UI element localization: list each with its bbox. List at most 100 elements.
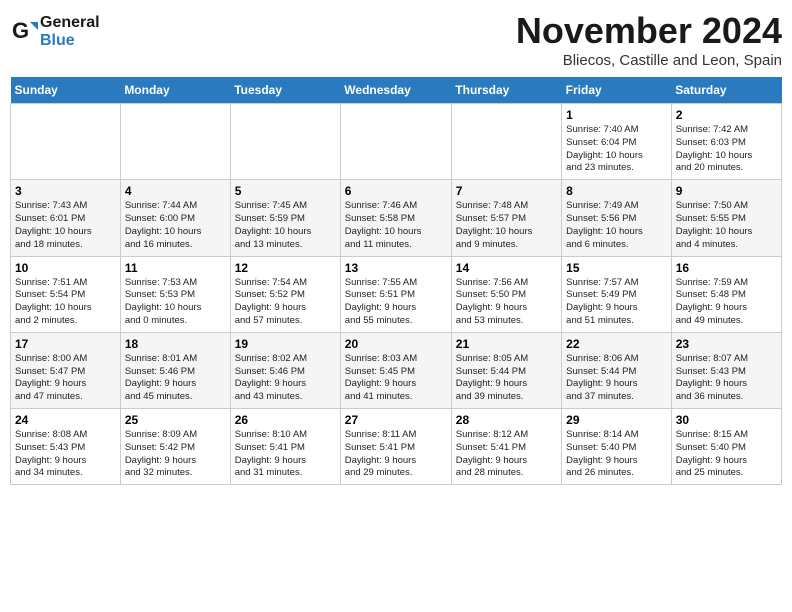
day-info: Sunrise: 8:11 AM Sunset: 5:41 PM Dayligh…: [345, 429, 447, 480]
day-info: Sunrise: 8:10 AM Sunset: 5:41 PM Dayligh…: [235, 429, 336, 480]
day-number: 25: [125, 413, 226, 427]
day-info: Sunrise: 8:14 AM Sunset: 5:40 PM Dayligh…: [566, 429, 667, 480]
day-number: 21: [456, 337, 557, 351]
calendar-cell: 3 Sunrise: 7:43 AM Sunset: 6:01 PM Daylig…: [11, 180, 121, 256]
day-number: 22: [566, 337, 667, 351]
calendar-cell: 26Sunrise: 8:10 AM Sunset: 5:41 PM Dayli…: [230, 409, 340, 485]
day-info: Sunrise: 7:49 AM Sunset: 5:56 PM Dayligh…: [566, 200, 667, 251]
day-number: 7: [456, 184, 557, 198]
day-info: Sunrise: 7:43 AM Sunset: 6:01 PM Dayligh…: [15, 200, 116, 251]
calendar-cell: 23 Sunrise: 8:07 AM Sunset: 5:43 PM Dayli…: [671, 332, 781, 408]
calendar-week-4: 24Sunrise: 8:08 AM Sunset: 5:43 PM Dayli…: [11, 409, 782, 485]
calendar-cell: 13 Sunrise: 7:55 AM Sunset: 5:51 PM Dayli…: [340, 256, 451, 332]
calendar-cell: 20 Sunrise: 8:03 AM Sunset: 5:45 PM Dayli…: [340, 332, 451, 408]
day-number: 4: [125, 184, 226, 198]
day-info: Sunrise: 8:02 AM Sunset: 5:46 PM Dayligh…: [235, 353, 336, 404]
day-number: 14: [456, 261, 557, 275]
calendar-cell: 1Sunrise: 7:40 AM Sunset: 6:04 PM Daylig…: [562, 104, 672, 180]
calendar-body: 1Sunrise: 7:40 AM Sunset: 6:04 PM Daylig…: [11, 104, 782, 485]
day-number: 27: [345, 413, 447, 427]
day-info: Sunrise: 8:12 AM Sunset: 5:41 PM Dayligh…: [456, 429, 557, 480]
day-number: 16: [676, 261, 777, 275]
svg-text:G: G: [12, 18, 29, 43]
day-info: Sunrise: 8:00 AM Sunset: 5:47 PM Dayligh…: [15, 353, 116, 404]
day-info: Sunrise: 8:07 AM Sunset: 5:43 PM Dayligh…: [676, 353, 777, 404]
day-info: Sunrise: 8:03 AM Sunset: 5:45 PM Dayligh…: [345, 353, 447, 404]
calendar-week-1: 3 Sunrise: 7:43 AM Sunset: 6:01 PM Daylig…: [11, 180, 782, 256]
calendar-table: SundayMondayTuesdayWednesdayThursdayFrid…: [10, 77, 782, 485]
calendar-cell: 25Sunrise: 8:09 AM Sunset: 5:42 PM Dayli…: [120, 409, 230, 485]
day-header-tuesday: Tuesday: [230, 77, 340, 104]
calendar-cell: 11 Sunrise: 7:53 AM Sunset: 5:53 PM Dayli…: [120, 256, 230, 332]
day-number: 29: [566, 413, 667, 427]
day-info: Sunrise: 7:53 AM Sunset: 5:53 PM Dayligh…: [125, 277, 226, 328]
day-number: 20: [345, 337, 447, 351]
location-subtitle: Bliecos, Castille and Leon, Spain: [516, 52, 782, 69]
day-number: 1: [566, 108, 667, 122]
calendar-cell: 27 Sunrise: 8:11 AM Sunset: 5:41 PM Dayli…: [340, 409, 451, 485]
day-number: 5: [235, 184, 336, 198]
day-info: Sunrise: 7:55 AM Sunset: 5:51 PM Dayligh…: [345, 277, 447, 328]
calendar-cell: 6 Sunrise: 7:46 AM Sunset: 5:58 PM Daylig…: [340, 180, 451, 256]
calendar-cell: 8 Sunrise: 7:49 AM Sunset: 5:56 PM Daylig…: [562, 180, 672, 256]
logo-line1: General: [40, 14, 100, 32]
calendar-week-3: 17 Sunrise: 8:00 AM Sunset: 5:47 PM Dayli…: [11, 332, 782, 408]
logo: G General Blue: [10, 14, 100, 50]
day-number: 15: [566, 261, 667, 275]
calendar-cell: 12Sunrise: 7:54 AM Sunset: 5:52 PM Dayli…: [230, 256, 340, 332]
day-header-monday: Monday: [120, 77, 230, 104]
day-header-sunday: Sunday: [11, 77, 121, 104]
calendar-cell: [11, 104, 121, 180]
month-title: November 2024: [516, 10, 782, 52]
day-number: 12: [235, 261, 336, 275]
day-number: 17: [15, 337, 116, 351]
day-number: 19: [235, 337, 336, 351]
day-number: 28: [456, 413, 557, 427]
calendar-cell: 4 Sunrise: 7:44 AM Sunset: 6:00 PM Daylig…: [120, 180, 230, 256]
calendar-cell: 14 Sunrise: 7:56 AM Sunset: 5:50 PM Dayli…: [451, 256, 561, 332]
day-number: 8: [566, 184, 667, 198]
calendar-cell: 24Sunrise: 8:08 AM Sunset: 5:43 PM Dayli…: [11, 409, 121, 485]
day-info: Sunrise: 7:44 AM Sunset: 6:00 PM Dayligh…: [125, 200, 226, 251]
day-number: 9: [676, 184, 777, 198]
logo-line2: Blue: [40, 32, 100, 50]
day-header-saturday: Saturday: [671, 77, 781, 104]
calendar-cell: 28 Sunrise: 8:12 AM Sunset: 5:41 PM Dayli…: [451, 409, 561, 485]
day-info: Sunrise: 7:45 AM Sunset: 5:59 PM Dayligh…: [235, 200, 336, 251]
day-info: Sunrise: 7:42 AM Sunset: 6:03 PM Dayligh…: [676, 124, 777, 175]
calendar-cell: [120, 104, 230, 180]
day-header-wednesday: Wednesday: [340, 77, 451, 104]
day-number: 18: [125, 337, 226, 351]
day-info: Sunrise: 7:46 AM Sunset: 5:58 PM Dayligh…: [345, 200, 447, 251]
calendar-cell: [230, 104, 340, 180]
day-header-thursday: Thursday: [451, 77, 561, 104]
day-number: 6: [345, 184, 447, 198]
calendar-cell: 19 Sunrise: 8:02 AM Sunset: 5:46 PM Dayli…: [230, 332, 340, 408]
day-number: 30: [676, 413, 777, 427]
day-info: Sunrise: 8:15 AM Sunset: 5:40 PM Dayligh…: [676, 429, 777, 480]
day-info: Sunrise: 7:56 AM Sunset: 5:50 PM Dayligh…: [456, 277, 557, 328]
day-number: 2: [676, 108, 777, 122]
calendar-cell: 17 Sunrise: 8:00 AM Sunset: 5:47 PM Dayli…: [11, 332, 121, 408]
day-number: 10: [15, 261, 116, 275]
day-number: 24: [15, 413, 116, 427]
calendar-cell: 2 Sunrise: 7:42 AM Sunset: 6:03 PM Daylig…: [671, 104, 781, 180]
calendar-cell: 15Sunrise: 7:57 AM Sunset: 5:49 PM Dayli…: [562, 256, 672, 332]
calendar-cell: 21 Sunrise: 8:05 AM Sunset: 5:44 PM Dayli…: [451, 332, 561, 408]
title-area: November 2024 Bliecos, Castille and Leon…: [516, 10, 782, 69]
day-number: 23: [676, 337, 777, 351]
day-number: 13: [345, 261, 447, 275]
day-number: 3: [15, 184, 116, 198]
calendar-cell: 29 Sunrise: 8:14 AM Sunset: 5:40 PM Dayli…: [562, 409, 672, 485]
calendar-cell: 18 Sunrise: 8:01 AM Sunset: 5:46 PM Dayli…: [120, 332, 230, 408]
calendar-cell: 10Sunrise: 7:51 AM Sunset: 5:54 PM Dayli…: [11, 256, 121, 332]
calendar-cell: [340, 104, 451, 180]
day-info: Sunrise: 8:05 AM Sunset: 5:44 PM Dayligh…: [456, 353, 557, 404]
calendar-cell: 9Sunrise: 7:50 AM Sunset: 5:55 PM Daylig…: [671, 180, 781, 256]
day-header-friday: Friday: [562, 77, 672, 104]
calendar-cell: 16Sunrise: 7:59 AM Sunset: 5:48 PM Dayli…: [671, 256, 781, 332]
day-number: 11: [125, 261, 226, 275]
calendar-header-row: SundayMondayTuesdayWednesdayThursdayFrid…: [11, 77, 782, 104]
header: G General Blue November 2024 Bliecos, Ca…: [10, 10, 782, 69]
day-info: Sunrise: 8:01 AM Sunset: 5:46 PM Dayligh…: [125, 353, 226, 404]
